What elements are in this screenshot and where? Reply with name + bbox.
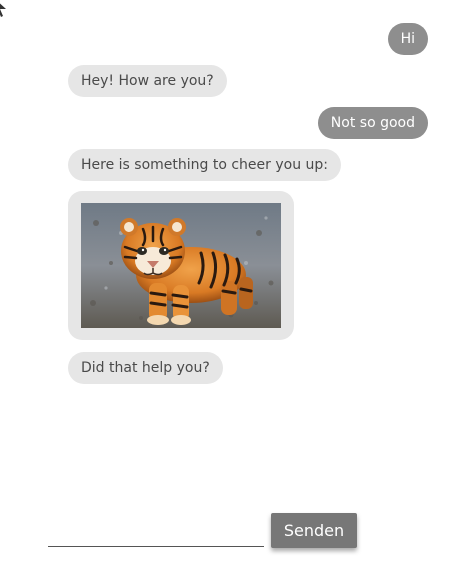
bot-message: Hey! How are you? [68, 65, 227, 97]
message-composer: Senden [48, 510, 358, 552]
send-button[interactable]: Senden [271, 513, 357, 548]
message-input[interactable] [48, 516, 264, 547]
user-message: Not so good [317, 107, 428, 139]
chat-log: Hi Hey! How are you? Not so good Here is… [0, 0, 470, 500]
bot-message: Did that help you? [68, 352, 223, 384]
bot-image-message [68, 191, 294, 340]
user-message: Hi [387, 23, 428, 55]
bot-message: Here is something to cheer you up: [68, 149, 342, 181]
tiger-cub-photo [81, 203, 281, 328]
